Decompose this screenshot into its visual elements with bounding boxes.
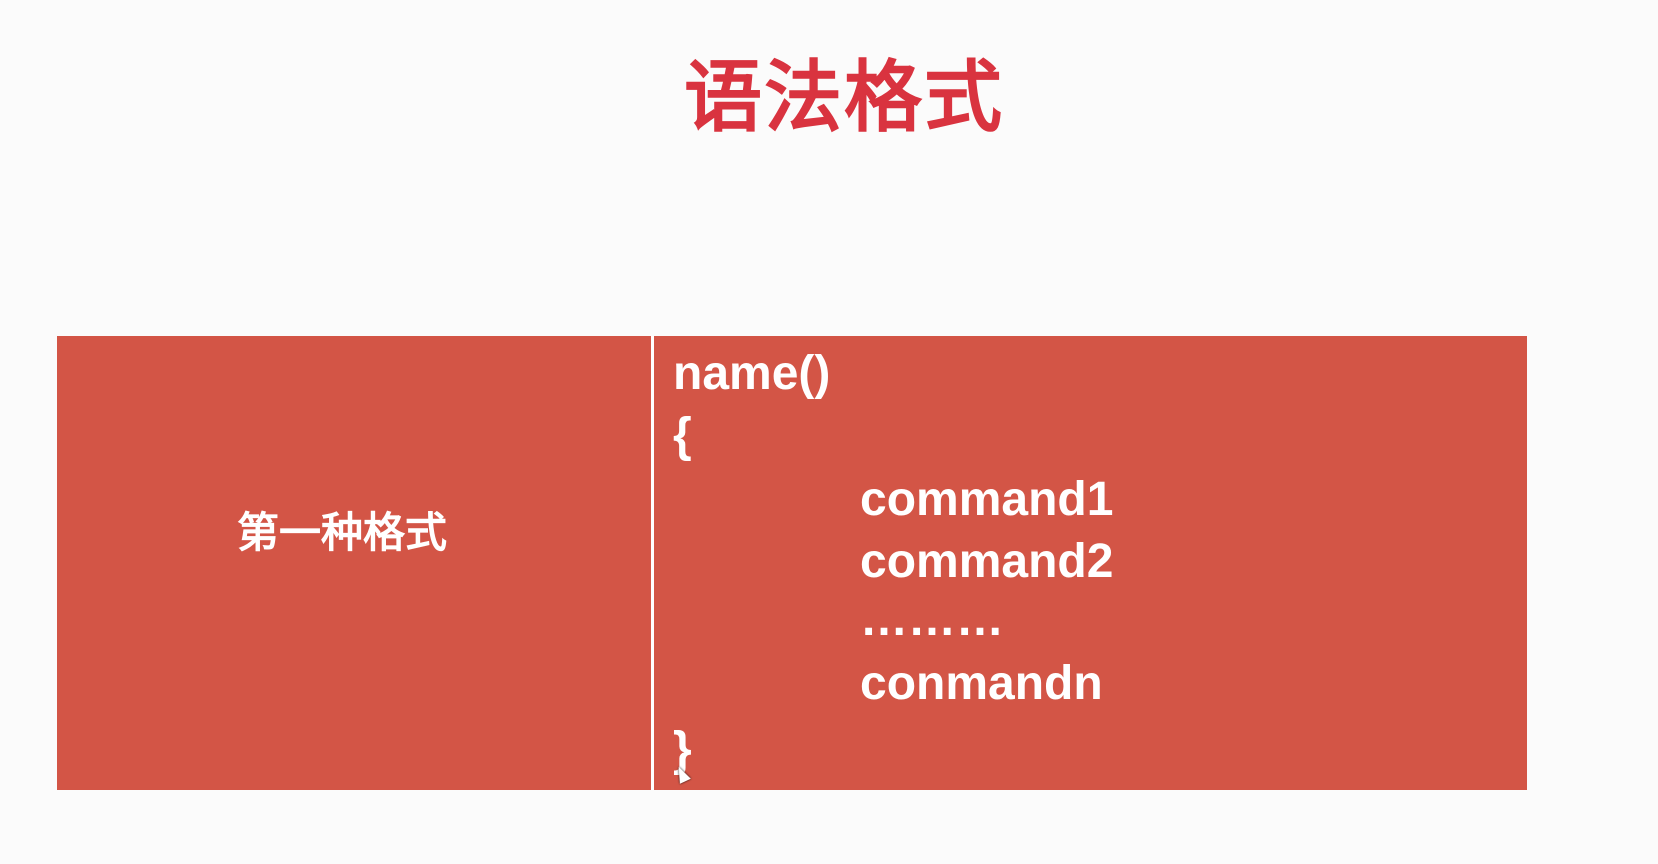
- syntax-table: 第一种格式 name() { command1 command2 ……… con…: [57, 336, 1527, 790]
- format-label: 第一种格式: [237, 508, 448, 557]
- code-line-conmandn: conmandn: [860, 657, 1103, 710]
- code-line-open-brace: {: [673, 409, 692, 462]
- slide-title: 语法格式: [683, 53, 1004, 143]
- code-line-command2: command2: [860, 535, 1114, 588]
- code-cell: name() { command1 command2 ……… conmandn …: [654, 336, 1527, 790]
- format-cell: 第一种格式: [57, 336, 651, 790]
- code-line-ellipsis: ………: [860, 593, 1004, 646]
- code-line-function-name: name(): [673, 347, 831, 400]
- code-line-command1: command1: [860, 473, 1114, 526]
